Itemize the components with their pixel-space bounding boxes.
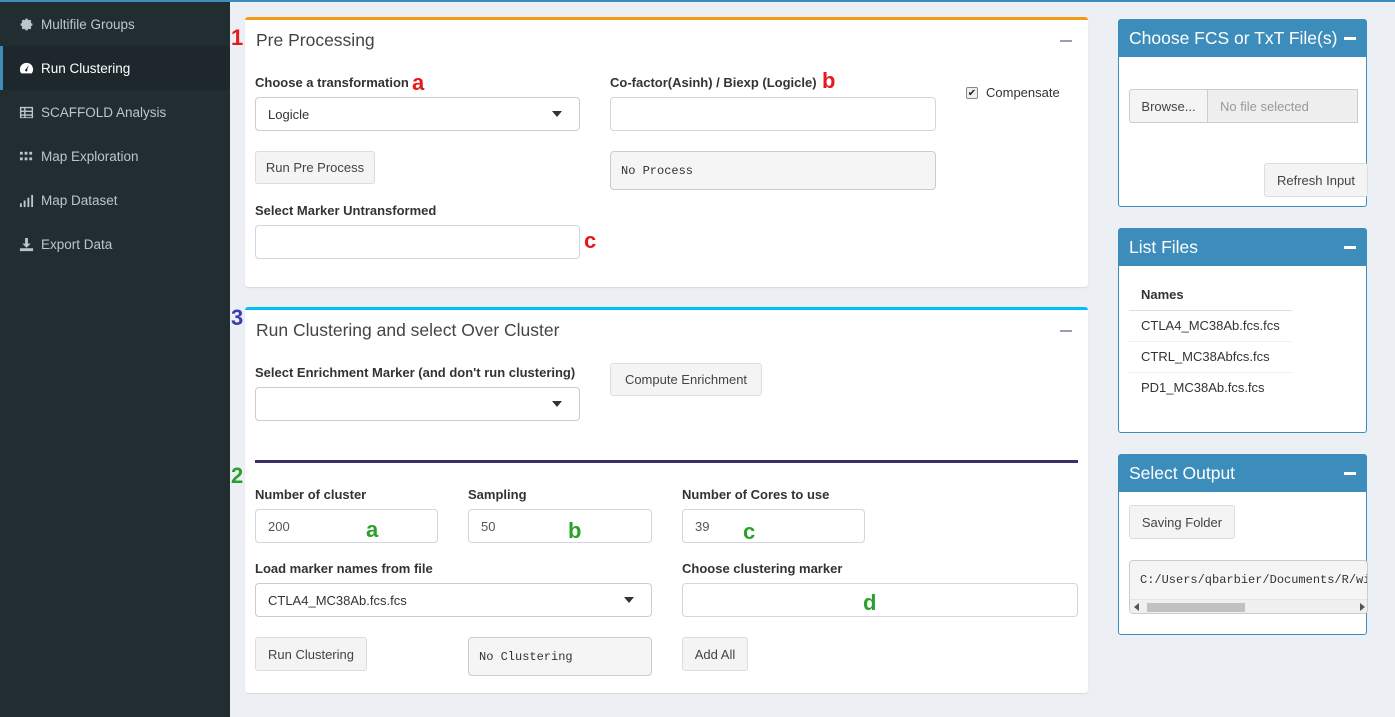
- sidebar-item-map-exploration[interactable]: Map Exploration: [0, 134, 230, 178]
- download-icon: [18, 236, 34, 252]
- annotation-3: 3: [231, 305, 244, 330]
- enrichment-label: Select Enrichment Marker (and don't run …: [255, 365, 576, 380]
- select-output-header: Select Output: [1119, 455, 1366, 492]
- annotation-c-green: c: [743, 519, 756, 544]
- sidebar-item-label: SCAFFOLD Analysis: [41, 104, 167, 120]
- scrollbar-thumb[interactable]: [1147, 603, 1245, 612]
- annotation-d-green: d: [863, 590, 877, 615]
- annotation-a-green: a: [366, 517, 379, 542]
- load-marker-select-value: CTLA4_MC38Ab.fcs.fcs: [268, 592, 407, 608]
- collapse-minus-icon[interactable]: [1344, 246, 1356, 249]
- preprocessing-title: Pre Processing: [256, 30, 375, 50]
- chevron-down-icon: [624, 597, 634, 603]
- choose-files-box: Choose FCS or TxT File(s) Browse... No f…: [1118, 19, 1368, 207]
- output-path-box: C:/Users/qbarbier/Documents/R/wi: [1129, 560, 1368, 614]
- file-name-cell: CTRL_MC38Abfcs.fcs: [1129, 340, 1292, 372]
- sidebar-item-label: Multifile Groups: [41, 16, 135, 32]
- sidebar-item-label: Map Dataset: [41, 192, 118, 208]
- dots-grid-icon: [18, 148, 34, 164]
- file-name-field: No file selected: [1208, 89, 1358, 123]
- chevron-down-icon: [552, 111, 562, 117]
- select-output-box: Select Output Saving Folder C:/Users/qba…: [1118, 454, 1368, 635]
- annotation-b-red: b: [822, 68, 836, 93]
- gear-icon: [18, 16, 34, 32]
- transform-select[interactable]: Logicle: [255, 97, 580, 131]
- compute-enrichment-button[interactable]: Compute Enrichment: [610, 363, 762, 396]
- sidebar-item-label: Map Exploration: [41, 148, 139, 164]
- sidebar-item-map-dataset[interactable]: Map Dataset: [0, 178, 230, 222]
- table-row[interactable]: CTRL_MC38Abfcs.fcs: [1129, 340, 1292, 372]
- preprocess-status: No Process: [610, 151, 936, 190]
- list-files-title: List Files: [1129, 237, 1199, 257]
- list-files-box: List Files Names CTLA4_MC38Ab.fcs.fcs CT…: [1118, 228, 1367, 433]
- num-cluster-label: Number of cluster: [255, 487, 367, 502]
- run-clustering-button[interactable]: Run Clustering: [255, 637, 367, 671]
- load-marker-select[interactable]: CTLA4_MC38Ab.fcs.fcs: [255, 583, 652, 617]
- choose-marker-label: Choose clustering marker: [682, 561, 843, 576]
- compensate-checkbox[interactable]: ✔: [966, 87, 978, 99]
- sidebar-item-multifile-groups[interactable]: Multifile Groups: [0, 2, 230, 46]
- dashboard-icon: [18, 60, 34, 76]
- num-cluster-input[interactable]: 200: [255, 509, 438, 543]
- horizontal-scrollbar[interactable]: [1130, 599, 1367, 613]
- sidebar: Multifile Groups Run Clustering SCAFFOLD…: [0, 2, 230, 717]
- untransformed-input[interactable]: [255, 225, 580, 259]
- add-all-button[interactable]: Add All: [682, 637, 748, 671]
- preprocessing-box: Pre Processing Choose a transformation L…: [245, 17, 1088, 287]
- sampling-label: Sampling: [468, 487, 527, 502]
- scroll-left-arrow-icon[interactable]: [1134, 603, 1139, 611]
- compensate-label: Compensate: [986, 85, 1060, 100]
- collapse-minus-icon[interactable]: [1060, 330, 1072, 332]
- clustering-box: Run Clustering and select Over Cluster S…: [245, 307, 1088, 693]
- collapse-minus-icon[interactable]: [1060, 40, 1072, 42]
- load-marker-label: Load marker names from file: [255, 561, 433, 576]
- transform-label: Choose a transformation: [255, 75, 409, 90]
- choose-files-header: Choose FCS or TxT File(s): [1119, 20, 1366, 57]
- annotation-b-green: b: [568, 518, 582, 543]
- sidebar-item-scaffold-analysis[interactable]: SCAFFOLD Analysis: [0, 90, 230, 134]
- table-row[interactable]: CTLA4_MC38Ab.fcs.fcs: [1129, 309, 1292, 341]
- file-name-cell: PD1_MC38Ab.fcs.fcs: [1129, 371, 1292, 403]
- sampling-input[interactable]: 50: [468, 509, 652, 543]
- annotation-1: 1: [231, 25, 244, 50]
- annotation-2: 2: [231, 463, 244, 488]
- cores-label: Number of Cores to use: [682, 487, 830, 502]
- list-files-header: List Files: [1119, 229, 1366, 266]
- saving-folder-button[interactable]: Saving Folder: [1129, 505, 1235, 539]
- sidebar-item-run-clustering[interactable]: Run Clustering: [0, 46, 230, 90]
- chevron-down-icon: [552, 401, 562, 407]
- clustering-title: Run Clustering and select Over Cluster: [256, 320, 560, 340]
- choose-marker-input[interactable]: [682, 583, 1078, 617]
- cores-input[interactable]: 39: [682, 509, 865, 543]
- browse-button[interactable]: Browse...: [1129, 89, 1208, 123]
- signal-bars-icon: [18, 192, 34, 208]
- annotation-a-red: a: [412, 70, 425, 95]
- sidebar-item-export-data[interactable]: Export Data: [0, 222, 230, 266]
- cofactor-input[interactable]: [610, 97, 936, 131]
- table-row[interactable]: PD1_MC38Ab.fcs.fcs: [1129, 371, 1292, 403]
- refresh-input-button[interactable]: Refresh Input: [1264, 163, 1368, 197]
- sidebar-item-label: Run Clustering: [41, 60, 131, 76]
- choose-files-title: Choose FCS or TxT File(s): [1129, 28, 1338, 48]
- untransformed-label: Select Marker Untransformed: [255, 203, 437, 218]
- section-divider: [255, 460, 1078, 463]
- collapse-minus-icon[interactable]: [1344, 472, 1356, 475]
- table-icon: [18, 104, 34, 120]
- cofactor-label: Co-factor(Asinh) / Biexp (Logicle): [610, 75, 817, 90]
- files-table-header: Names: [1129, 279, 1292, 311]
- run-preprocess-button[interactable]: Run Pre Process: [255, 151, 375, 184]
- annotation-c-red: c: [584, 228, 597, 253]
- sidebar-item-label: Export Data: [41, 236, 113, 252]
- select-output-title: Select Output: [1129, 463, 1236, 483]
- files-table: Names CTLA4_MC38Ab.fcs.fcs CTRL_MC38Abfc…: [1129, 279, 1292, 403]
- transform-select-value: Logicle: [268, 106, 310, 122]
- output-path-text: C:/Users/qbarbier/Documents/R/wi: [1140, 573, 1368, 587]
- enrichment-select[interactable]: [255, 387, 580, 421]
- file-name-cell: CTLA4_MC38Ab.fcs.fcs: [1129, 309, 1292, 341]
- scroll-right-arrow-icon[interactable]: [1360, 603, 1365, 611]
- main-content: Pre Processing Choose a transformation L…: [230, 2, 1395, 717]
- collapse-minus-icon[interactable]: [1344, 37, 1356, 40]
- clustering-status: No Clustering: [468, 637, 652, 676]
